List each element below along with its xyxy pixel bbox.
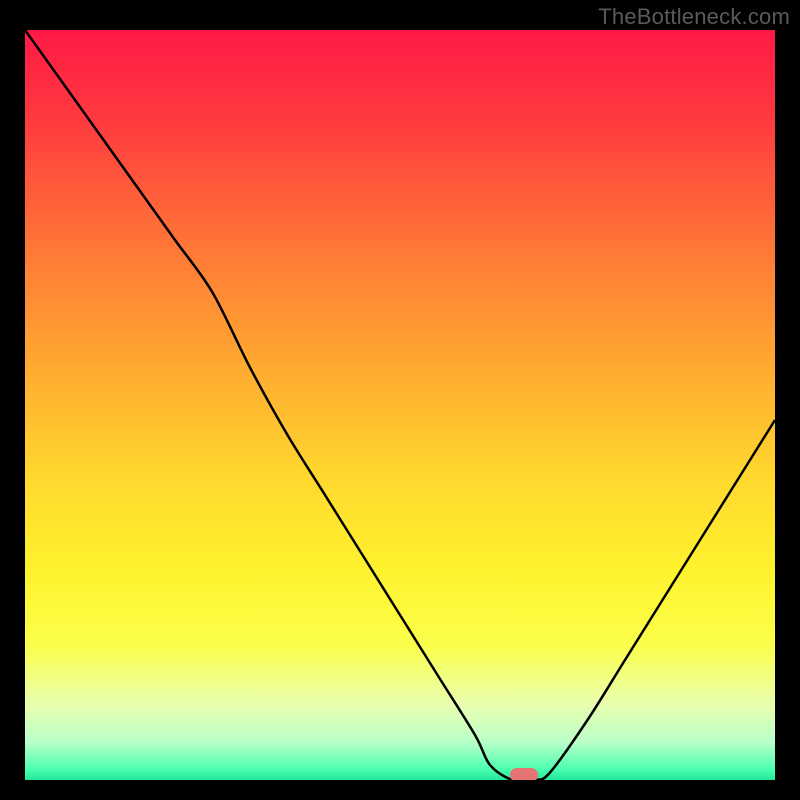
watermark-text: TheBottleneck.com [598,4,790,30]
curve-svg [25,30,775,780]
optimum-marker [510,768,538,780]
bottleneck-curve [25,30,775,780]
plot-area [25,30,775,780]
chart-container: TheBottleneck.com [0,0,800,800]
